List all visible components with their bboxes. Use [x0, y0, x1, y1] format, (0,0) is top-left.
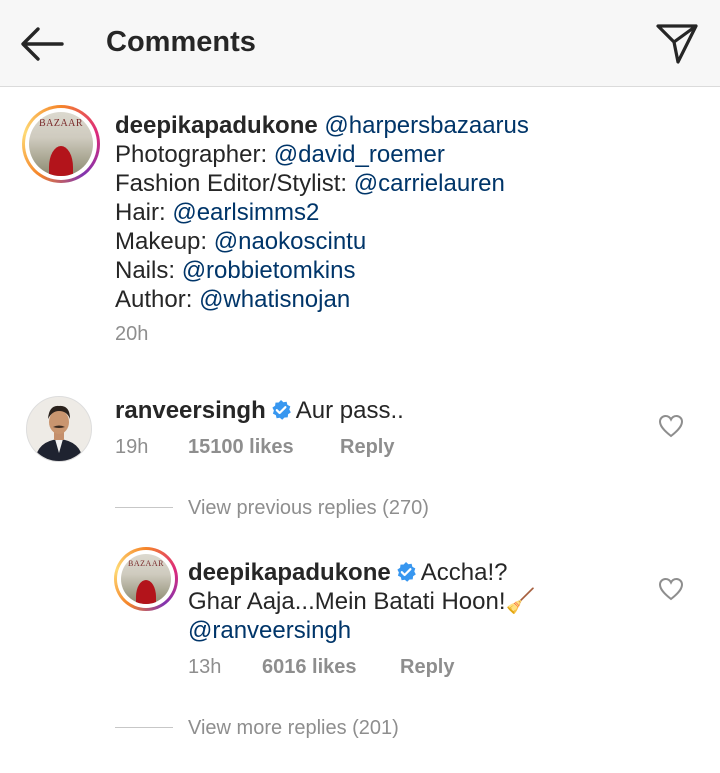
heart-outline-icon	[658, 414, 684, 438]
reply-reply-button[interactable]: Reply	[400, 656, 454, 679]
comment-reply-button[interactable]: Reply	[340, 436, 394, 459]
mention-link[interactable]: @ranveersingh	[188, 617, 351, 644]
reply-likes[interactable]: 6016 likes	[262, 656, 357, 679]
credit-label: Hair:	[115, 199, 166, 226]
comment-avatar[interactable]	[26, 396, 92, 462]
caption-username[interactable]: deepikapadukone	[115, 112, 318, 139]
avatar-magazine-text: BAZAAR	[128, 559, 164, 568]
credit-label: Nails:	[115, 257, 176, 284]
reply-likes-count[interactable]: 6016 likes	[262, 656, 357, 678]
credit-label: Photographer:	[115, 141, 268, 168]
comment-username[interactable]: ranveersingh	[115, 397, 266, 424]
comment-likes-count[interactable]: 15100 likes	[188, 436, 294, 458]
view-more-replies-link[interactable]: View more replies (201)	[188, 717, 399, 740]
comment-text-line: ranveersingh Aur pass..	[115, 396, 404, 428]
credit-label: Makeup:	[115, 228, 208, 255]
caption-timestamp: 20h	[115, 323, 149, 345]
comment-body: Aur pass..	[295, 397, 404, 424]
caption-first-line: deepikapadukone @harpersbazaarus	[115, 111, 529, 140]
verified-badge-icon	[270, 399, 292, 428]
caption-credit-line: Makeup: @naokoscintu	[115, 227, 366, 256]
comment-like-button[interactable]	[658, 414, 684, 438]
mention-link[interactable]: @david_roemer	[274, 141, 445, 168]
comment-timestamp: 19h	[115, 436, 149, 458]
reply-body-line-2: Ghar Aaja...Mein Batati Hoon!🧹	[188, 588, 536, 615]
comment-likes[interactable]: 15100 likes	[188, 436, 294, 459]
reply-like-button[interactable]	[658, 577, 684, 601]
credit-label: Fashion Editor/Stylist:	[115, 170, 348, 197]
back-button[interactable]	[18, 24, 66, 64]
caption-credit-line: Photographer: @david_roemer	[115, 140, 445, 169]
person-avatar-icon	[27, 397, 91, 461]
reply-username[interactable]: deepikapadukone	[188, 559, 391, 586]
caption-credit-line: Author: @whatisnojan	[115, 285, 350, 314]
caption-credit-line: Hair: @earlsimms2	[115, 198, 319, 227]
heart-outline-icon	[658, 577, 684, 601]
reply-body-line-1: Accha!?	[420, 559, 508, 586]
replies-divider	[115, 507, 173, 508]
mention-link[interactable]: @carrielauren	[354, 170, 505, 197]
view-previous-replies-link[interactable]: View previous replies (270)	[188, 497, 429, 520]
app-header: Comments	[0, 0, 720, 87]
reply-timestamp: 13h	[188, 656, 222, 678]
mention-link[interactable]: @whatisnojan	[199, 286, 350, 313]
caption-avatar[interactable]: BAZAAR	[22, 105, 100, 183]
reply-text-line: deepikapadukone Accha!?	[188, 558, 507, 590]
reply-avatar[interactable]: BAZAAR	[114, 547, 178, 611]
mention-link[interactable]: @robbietomkins	[182, 257, 356, 284]
verified-badge-icon	[395, 561, 417, 590]
more-replies-divider	[115, 727, 173, 728]
avatar-magazine-text: BAZAAR	[38, 118, 84, 129]
arrow-left-icon	[21, 27, 64, 61]
credit-label: Author:	[115, 286, 193, 313]
page-title: Comments	[106, 26, 256, 58]
share-button[interactable]	[652, 20, 700, 66]
reply-mention-line: @ranveersingh	[188, 616, 351, 645]
caption-credit-line: Fashion Editor/Stylist: @carrielauren	[115, 169, 505, 198]
mention-link[interactable]: @harpersbazaarus	[324, 112, 528, 139]
mention-link[interactable]: @naokoscintu	[214, 228, 366, 255]
paper-plane-icon	[656, 24, 698, 64]
mention-link[interactable]: @earlsimms2	[172, 199, 319, 226]
caption-credit-line: Nails: @robbietomkins	[115, 256, 355, 285]
